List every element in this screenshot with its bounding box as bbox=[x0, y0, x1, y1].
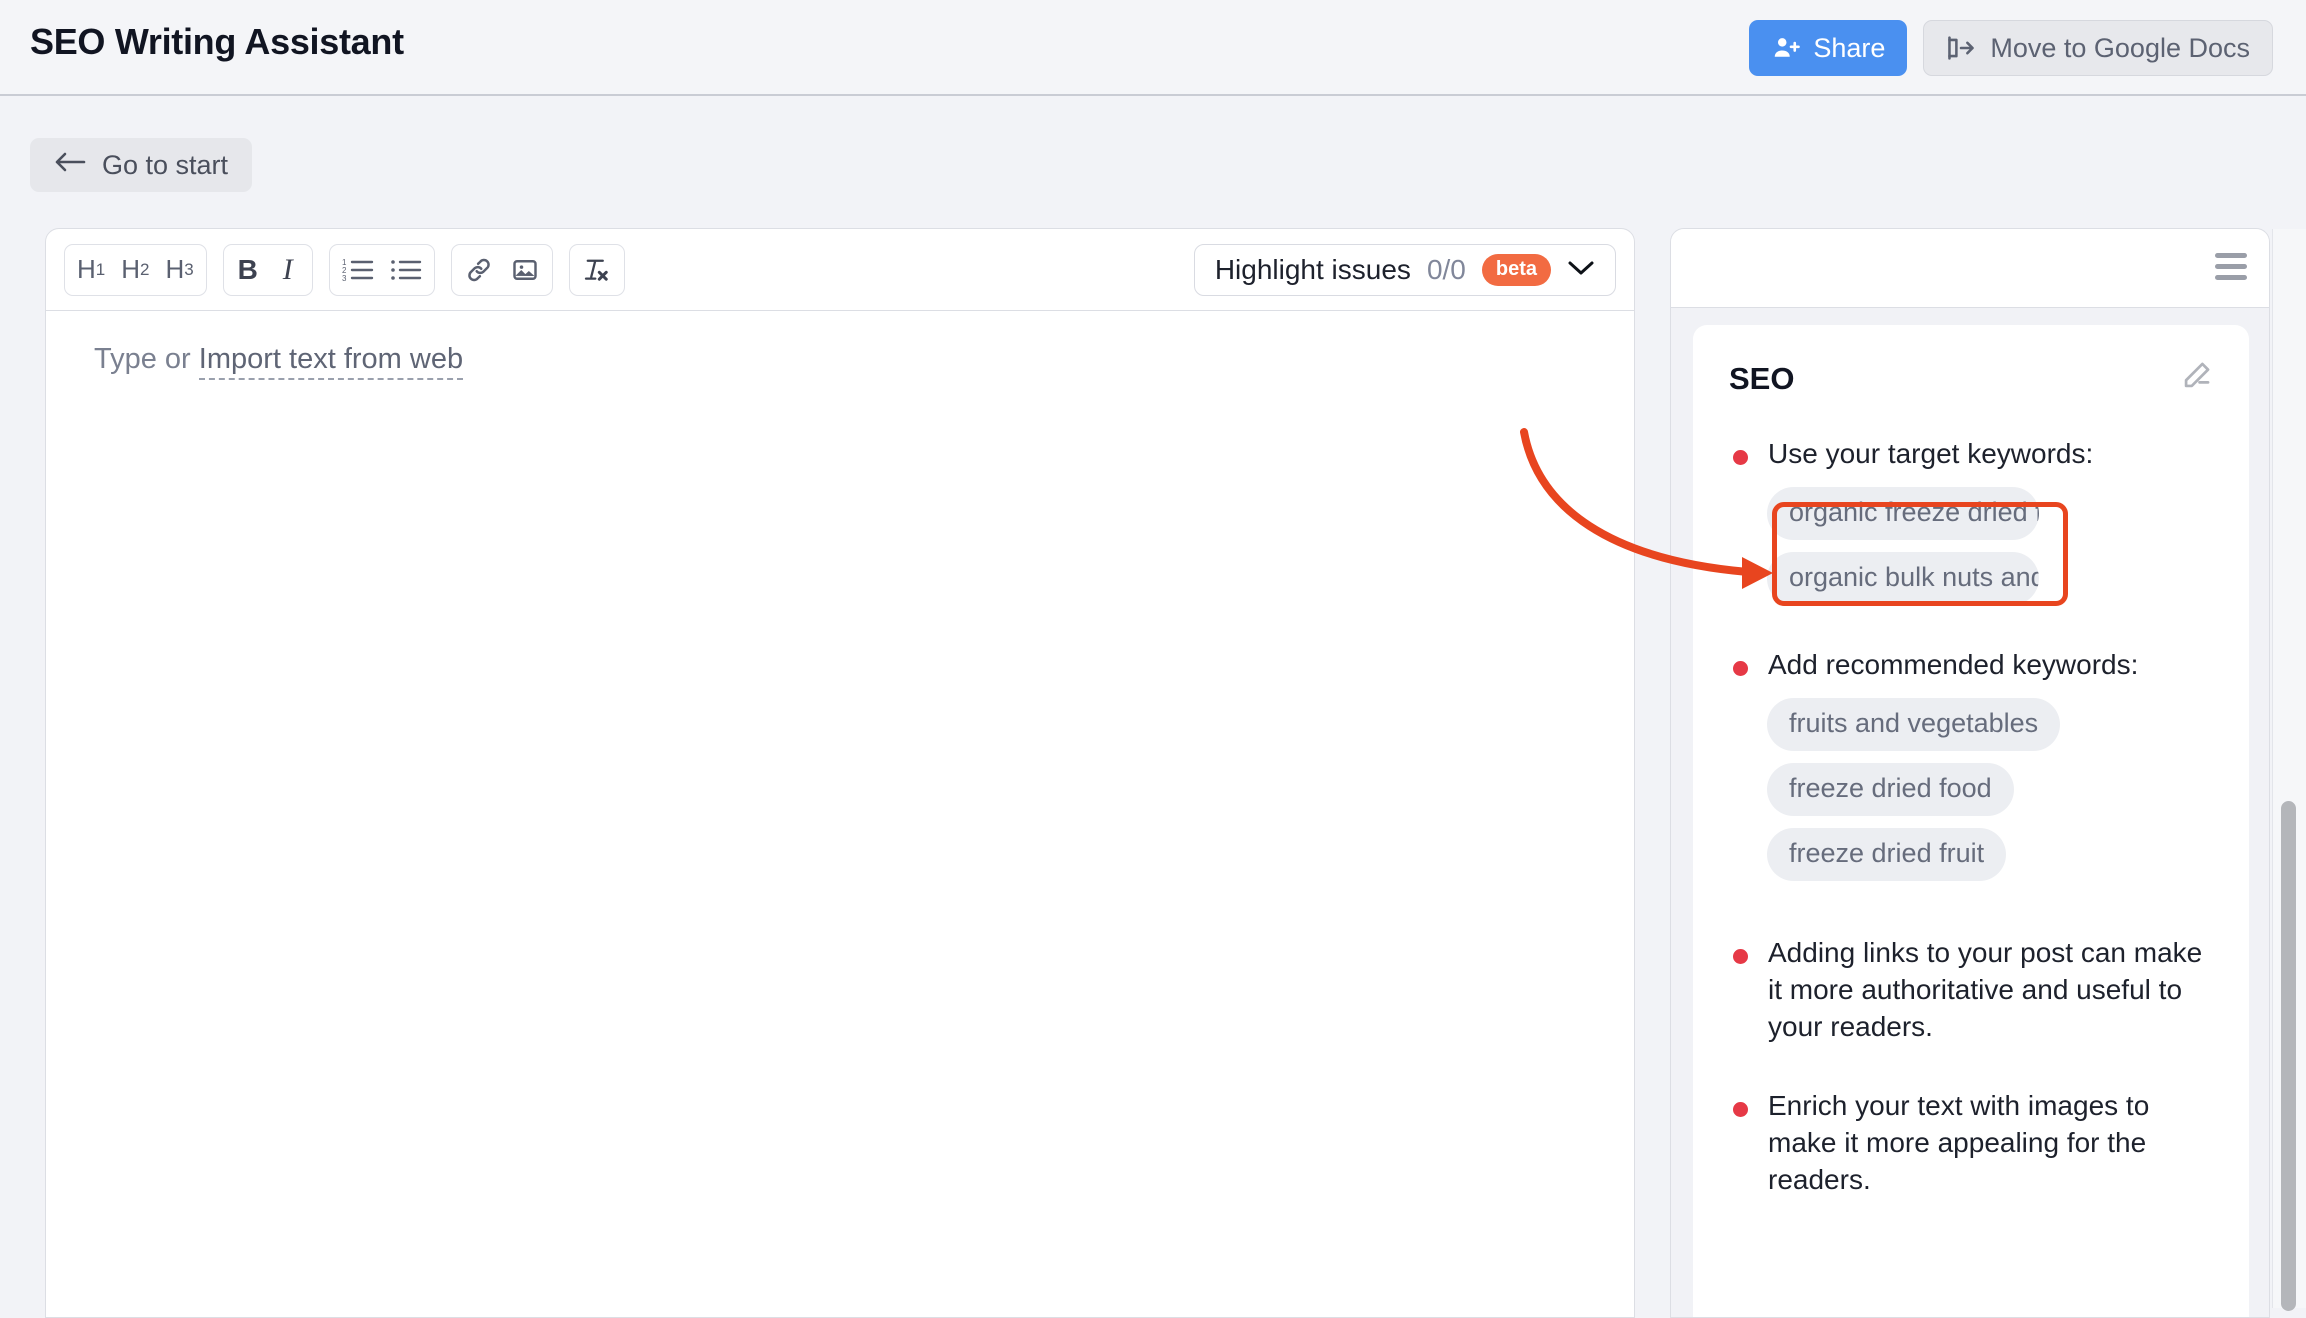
page-scrollbar-track[interactable] bbox=[2272, 229, 2306, 1311]
target-keyword-chips: organic freeze dried fruit b… organic bu… bbox=[1767, 486, 2213, 605]
target-keywords-tip: Use your target keywords: bbox=[1729, 436, 2213, 473]
move-to-google-docs-button[interactable]: Move to Google Docs bbox=[1923, 20, 2273, 76]
seo-panel-header bbox=[1671, 229, 2269, 308]
seo-card: SEO Use your target keywords: organic fr… bbox=[1693, 325, 2249, 1317]
seo-tip-text: Adding links to your post can make it mo… bbox=[1768, 936, 2203, 1042]
editor-content-area[interactable]: Type or Import text from web bbox=[46, 311, 1634, 380]
import-text-from-web-link[interactable]: Import text from web bbox=[198, 343, 464, 380]
person-add-icon bbox=[1771, 33, 1801, 63]
editor-placeholder: Type or Import text from web bbox=[94, 343, 1634, 380]
target-keyword-chip[interactable]: organic freeze dried fruit b… bbox=[1767, 486, 2039, 540]
editor-toolbar: H1 H2 H3 B I 1 2 3 Highlight issues 0/0 … bbox=[46, 229, 1634, 311]
bullet-dot-icon bbox=[1733, 660, 1748, 676]
insert-group bbox=[450, 243, 553, 296]
ordered-list-icon[interactable]: 1 2 3 bbox=[334, 248, 382, 292]
placeholder-prefix: Type or bbox=[94, 343, 199, 375]
export-icon bbox=[1946, 35, 1976, 61]
recommended-keyword-chip[interactable]: fruits and vegetables bbox=[1767, 697, 2061, 751]
svg-text:3: 3 bbox=[342, 274, 347, 283]
recommended-keywords-tip: Add recommended keywords: bbox=[1729, 647, 2213, 684]
app-header: SEO Writing Assistant Share Move to Goog… bbox=[0, 0, 2306, 96]
go-to-start-button[interactable]: Go to start bbox=[30, 138, 253, 192]
highlight-issues-dropdown[interactable]: Highlight issues 0/0 beta bbox=[1193, 244, 1616, 296]
share-button-label: Share bbox=[1813, 32, 1886, 63]
clear-formatting-icon[interactable] bbox=[574, 248, 620, 292]
go-to-start-label: Go to start bbox=[102, 149, 229, 180]
bold-button[interactable]: B bbox=[228, 248, 268, 292]
recommended-keyword-chip[interactable]: freeze dried food bbox=[1767, 762, 2014, 816]
move-to-google-docs-label: Move to Google Docs bbox=[1990, 32, 2250, 63]
bullet-dot-icon bbox=[1733, 450, 1748, 465]
arrow-left-icon bbox=[54, 150, 86, 181]
list-group: 1 2 3 bbox=[328, 243, 435, 296]
link-icon[interactable] bbox=[456, 248, 502, 292]
page-scrollbar-thumb[interactable] bbox=[2281, 801, 2296, 1311]
clear-format-group bbox=[568, 243, 625, 296]
heading-1-button[interactable]: H1 bbox=[69, 248, 113, 292]
text-style-group: B I bbox=[222, 243, 313, 296]
share-button[interactable]: Share bbox=[1749, 20, 1908, 76]
bullet-list-icon[interactable] bbox=[382, 248, 430, 292]
seo-tip-item: Adding links to your post can make it mo… bbox=[1729, 935, 2213, 1046]
chevron-down-icon bbox=[1567, 259, 1595, 282]
seo-panel: SEO Use your target keywords: organic fr… bbox=[1670, 228, 2270, 1318]
header-actions: Share Move to Google Docs bbox=[1749, 20, 2273, 76]
hamburger-menu-icon[interactable] bbox=[2215, 253, 2247, 286]
editor-card: H1 H2 H3 B I 1 2 3 Highlight issues 0/0 … bbox=[45, 228, 1635, 1318]
recommended-keyword-chip[interactable]: freeze dried fruit bbox=[1767, 827, 2007, 881]
seo-tip-text: Enrich your text with images to make it … bbox=[1768, 1089, 2150, 1195]
heading-3-button[interactable]: H3 bbox=[158, 248, 202, 292]
seo-card-title: SEO bbox=[1729, 360, 1795, 396]
pencil-icon[interactable] bbox=[2179, 359, 2213, 398]
recommended-keyword-chips: fruits and vegetables freeze dried food … bbox=[1767, 697, 2213, 893]
recommended-keywords-label: Add recommended keywords: bbox=[1768, 648, 2139, 680]
target-keyword-chip[interactable]: organic bulk nuts and drie… bbox=[1767, 551, 2039, 605]
heading-group: H1 H2 H3 bbox=[64, 243, 207, 296]
image-icon[interactable] bbox=[502, 248, 548, 292]
italic-button[interactable]: I bbox=[268, 248, 308, 292]
heading-2-button[interactable]: H2 bbox=[113, 248, 157, 292]
target-keywords-label: Use your target keywords: bbox=[1768, 438, 2094, 469]
seo-card-header: SEO bbox=[1729, 359, 2213, 398]
seo-tip-item: Enrich your text with images to make it … bbox=[1729, 1088, 2213, 1199]
highlight-issues-label: Highlight issues bbox=[1214, 254, 1411, 285]
bullet-dot-icon bbox=[1733, 948, 1748, 964]
beta-badge: beta bbox=[1481, 254, 1551, 286]
page-title: SEO Writing Assistant bbox=[30, 21, 404, 62]
bullet-dot-icon bbox=[1733, 1101, 1748, 1117]
highlight-issues-count: 0/0 bbox=[1426, 254, 1466, 285]
